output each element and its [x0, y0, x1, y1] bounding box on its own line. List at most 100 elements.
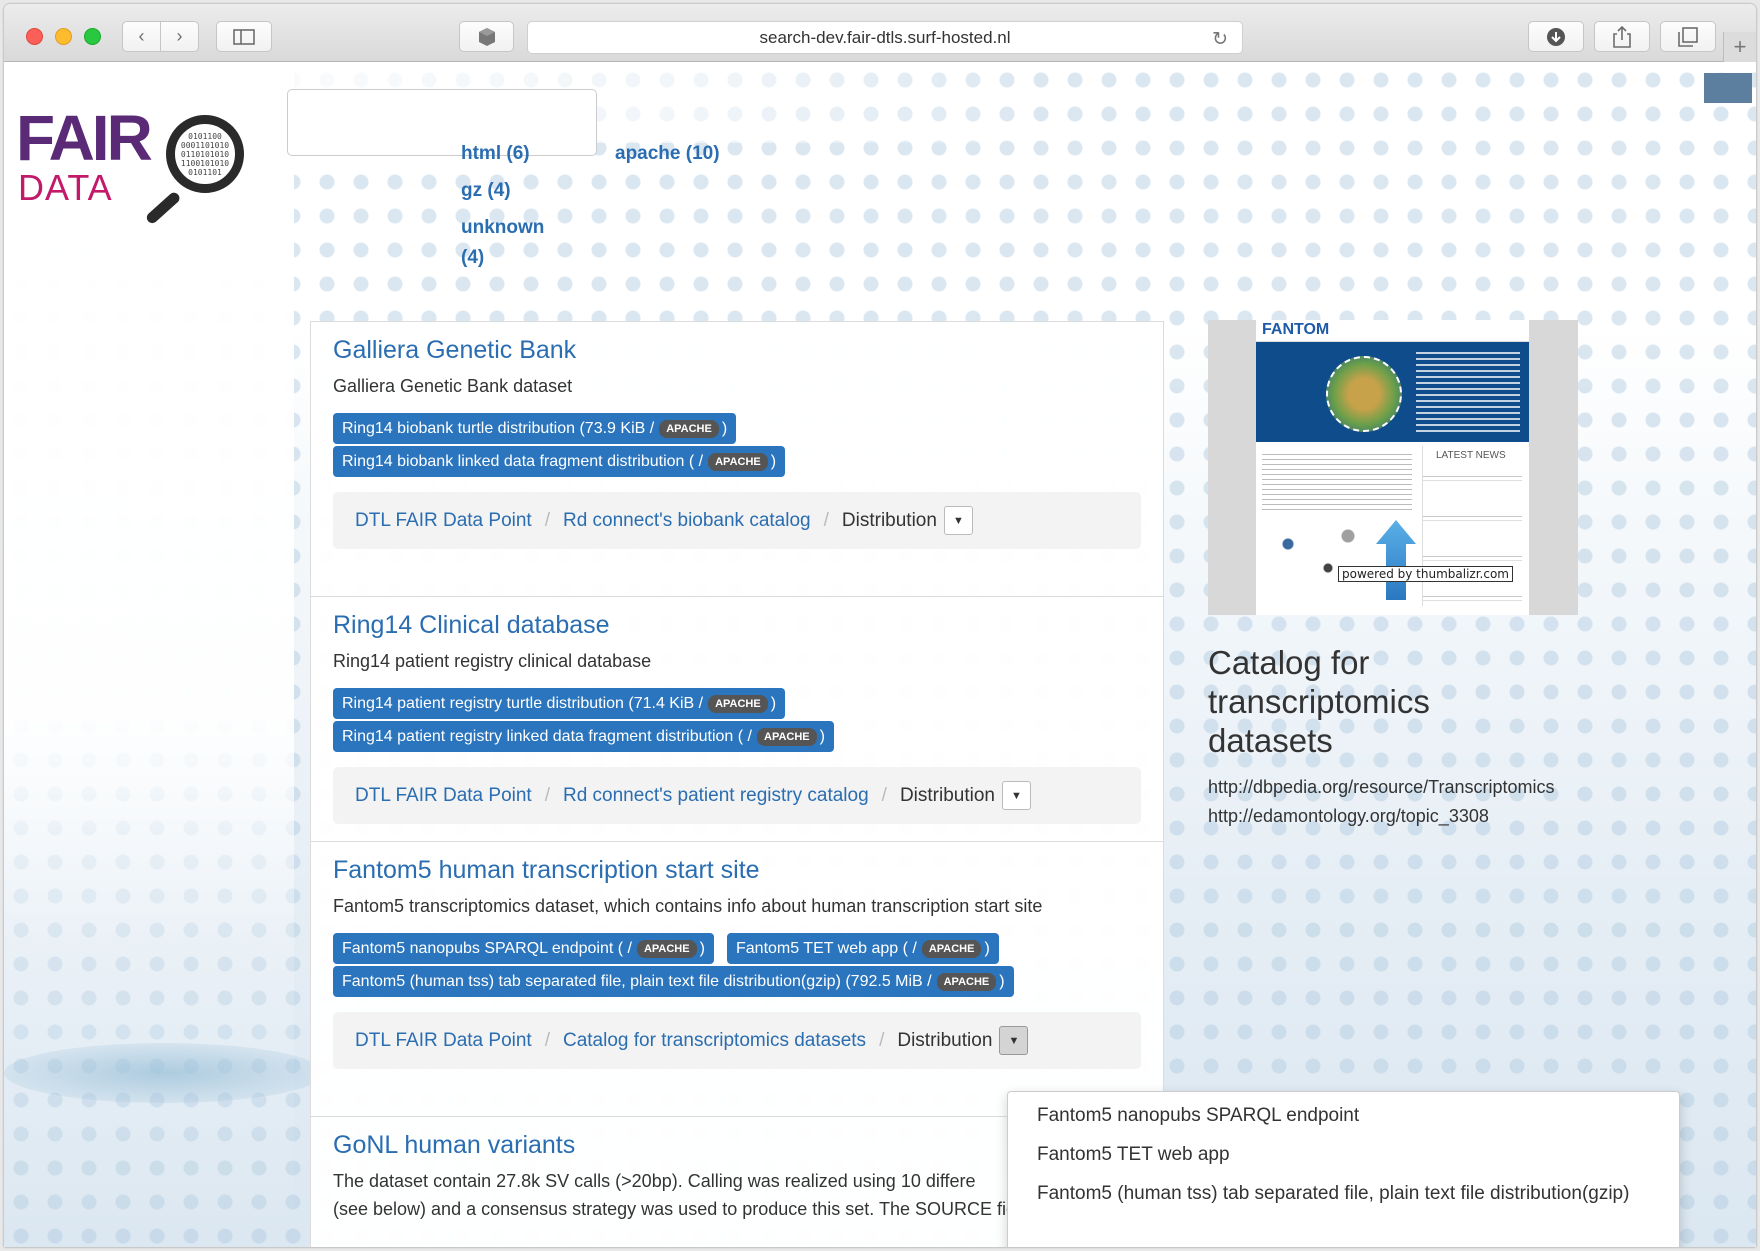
minimize-window-button[interactable] [55, 28, 72, 45]
dropdown-item[interactable]: Fantom5 (human tss) tab separated file, … [1037, 1183, 1629, 1205]
cube-icon [478, 27, 495, 46]
logo-data-text: DATA [18, 167, 113, 208]
browser-window: ‹ › search-dev.fair-dtls.surf-hosted.nl … [4, 4, 1756, 1247]
badge-close-paren: ) [721, 419, 728, 437]
fair-data-logo[interactable]: FAIR DATA 0101100 0001101010 0110101010 … [16, 101, 256, 226]
address-bar[interactable]: search-dev.fair-dtls.surf-hosted.nl ↻ [527, 21, 1243, 54]
badge-close-paren: ) [770, 694, 777, 712]
downloads-button[interactable] [1528, 21, 1584, 52]
preview-banner [1256, 342, 1529, 442]
sidebar-icon [233, 28, 255, 45]
preview-logo: FANTOM [1262, 321, 1330, 338]
close-window-button[interactable] [26, 28, 43, 45]
badge-close-paren: ) [984, 939, 990, 957]
search-input[interactable] [287, 89, 597, 156]
share-button[interactable] [1594, 21, 1650, 52]
magnifier-icon: 0101100 0001101010 0110101010 1100101010… [166, 115, 244, 193]
badge-close-paren: ) [999, 972, 1005, 990]
result-title[interactable]: Fantom5 human transcription start site [333, 856, 760, 885]
breadcrumb-catalog-link[interactable]: Rd connect's patient registry catalog [563, 785, 869, 807]
distribution-badge[interactable]: Ring14 biobank turtle distribution (73.9… [333, 413, 737, 444]
download-icon [1547, 27, 1565, 46]
breadcrumb-catalog-link[interactable]: Rd connect's biobank catalog [563, 510, 811, 532]
breadcrumb-distribution: Distribution [841, 509, 937, 531]
catalog-theme-uri[interactable]: http://dbpedia.org/resource/Transcriptom… [1208, 777, 1555, 798]
background-swoosh [4, 1043, 324, 1103]
chevron-left-icon: ‹ [138, 26, 145, 46]
distribution-label: Fantom5 nanopubs SPARQL endpoint ( / [342, 939, 632, 957]
facet-gz[interactable]: gz (4) [461, 176, 511, 206]
breadcrumb-fdp-link[interactable]: DTL FAIR Data Point [355, 510, 532, 532]
badge-close-paren: ) [699, 939, 705, 957]
facet-html[interactable]: html (6) [461, 139, 530, 169]
facet-unknown[interactable]: unknown (4) [461, 213, 544, 273]
license-badge: APACHE [936, 972, 997, 991]
url-text: search-dev.fair-dtls.surf-hosted.nl [759, 27, 1011, 47]
distribution-label: Ring14 patient registry turtle distribut… [342, 694, 704, 712]
breadcrumb-separator: / [544, 509, 550, 531]
reload-icon[interactable]: ↻ [1212, 28, 1228, 51]
breadcrumb-separator: / [544, 784, 550, 806]
result-item: Fantom5 human transcription start site F… [311, 842, 1163, 1117]
result-description-line: The dataset contain 27.8k SV calls (>20b… [333, 1171, 976, 1191]
dropdown-item[interactable]: Fantom5 nanopubs SPARQL endpoint [1037, 1105, 1359, 1127]
forward-button[interactable]: › [160, 21, 199, 52]
plus-icon: + [1733, 34, 1747, 59]
result-item: Galliera Genetic Bank Galliera Genetic B… [311, 322, 1163, 597]
magnifier-handle [144, 190, 182, 226]
license-badge: APACHE [708, 694, 768, 713]
logo-binary-text: 0101100 0001101010 0110101010 1100101010… [180, 131, 230, 177]
share-icon [1613, 25, 1631, 48]
background-fade-top [4, 63, 1756, 143]
result-title[interactable]: Ring14 Clinical database [333, 611, 610, 640]
catalog-theme-uri[interactable]: http://edamontology.org/topic_3308 [1208, 806, 1489, 827]
catalog-preview-thumbnail: FANTOM LATEST NEWS powered by thumbalizr… [1208, 320, 1578, 615]
distribution-dropdown-button[interactable]: ▼ [1002, 781, 1031, 810]
preview-arrow-graphic [1376, 520, 1416, 600]
tab-overview-button[interactable] [1660, 21, 1716, 52]
catalog-title: Catalog for transcriptomics datasets [1208, 644, 1430, 759]
badge-close-paren: ) [819, 727, 825, 745]
distribution-badge[interactable]: Fantom5 nanopubs SPARQL endpoint ( / APA… [333, 933, 714, 964]
distribution-badge[interactable]: Ring14 biobank linked data fragment dist… [333, 446, 786, 477]
distribution-label: Fantom5 TET web app ( / [736, 939, 917, 957]
license-badge: APACHE [659, 419, 719, 438]
caret-down-icon: ▼ [1011, 789, 1022, 802]
preview-header: FANTOM [1256, 320, 1529, 342]
sidebar-toggle-button[interactable] [216, 21, 272, 52]
license-badge: APACHE [921, 939, 982, 958]
zoom-window-button[interactable] [84, 28, 101, 45]
tabs-icon [1678, 26, 1698, 47]
preview-news-column [1422, 446, 1522, 606]
distribution-label: Ring14 biobank linked data fragment dist… [342, 452, 704, 470]
preview-news-title: LATEST NEWS [1436, 450, 1506, 461]
breadcrumb: DTL FAIR Data Point / Catalog for transc… [333, 1012, 1141, 1069]
preview-circle-graphic [1326, 356, 1402, 432]
distribution-dropdown-button[interactable]: ▼ [999, 1026, 1029, 1055]
breadcrumb-fdp-link[interactable]: DTL FAIR Data Point [355, 1030, 532, 1052]
breadcrumb-separator: / [879, 1029, 885, 1051]
caret-down-icon: ▼ [1008, 1034, 1020, 1047]
new-tab-button[interactable]: + [1723, 32, 1756, 62]
facet-unknown-count: (4) [461, 247, 485, 268]
breadcrumb-fdp-link[interactable]: DTL FAIR Data Point [355, 785, 532, 807]
extension-button[interactable] [459, 21, 514, 52]
corner-decoration [1704, 73, 1752, 103]
distribution-badge[interactable]: Fantom5 (human tss) tab separated file, … [333, 966, 1014, 997]
distribution-badge[interactable]: Ring14 patient registry turtle distribut… [333, 688, 786, 719]
facet-apache[interactable]: apache (10) [615, 139, 720, 169]
back-button[interactable]: ‹ [122, 21, 161, 52]
breadcrumb-separator: / [881, 784, 887, 806]
chevron-right-icon: › [176, 26, 183, 46]
distribution-badge[interactable]: Fantom5 TET web app ( / APACHE ) [727, 933, 999, 964]
result-title[interactable]: GoNL human variants [333, 1131, 575, 1160]
powered-by-label: powered by thumbalizr.com [1338, 566, 1513, 582]
dropdown-item[interactable]: Fantom5 TET web app [1037, 1144, 1230, 1166]
breadcrumb-catalog-link[interactable]: Catalog for transcriptomics datasets [563, 1030, 866, 1052]
distribution-label: Ring14 biobank turtle distribution (73.9… [342, 419, 655, 437]
distribution-dropdown-button[interactable]: ▼ [943, 506, 973, 535]
distribution-badge[interactable]: Ring14 patient registry linked data frag… [333, 721, 834, 752]
logo-fair-text: FAIR [16, 102, 153, 174]
browser-toolbar: ‹ › search-dev.fair-dtls.surf-hosted.nl … [4, 4, 1756, 62]
result-title[interactable]: Galliera Genetic Bank [333, 336, 576, 365]
